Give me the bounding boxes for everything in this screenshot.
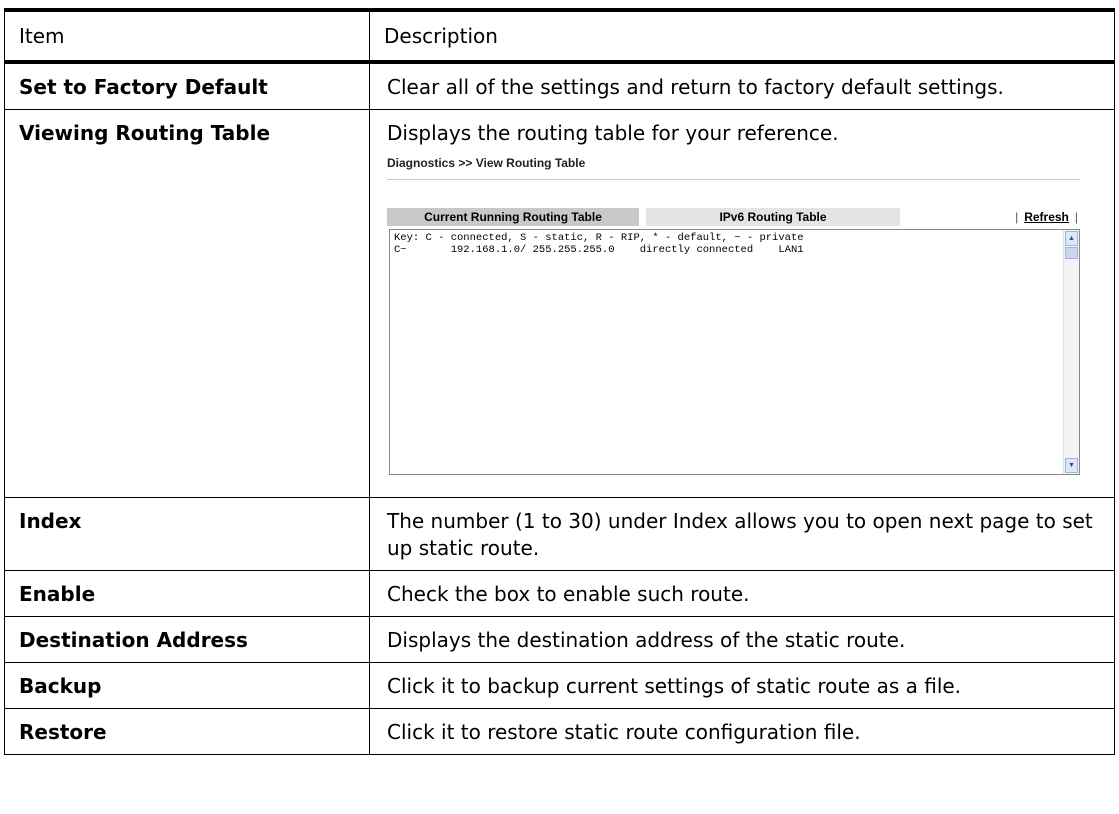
row-description: Clear all of the settings and return to … [369, 61, 1115, 110]
table-row: Enable Check the box to enable such rout… [4, 570, 1115, 617]
header-description: Description [369, 8, 1115, 64]
tab-current-running-routing-table[interactable]: Current Running Routing Table [387, 208, 639, 226]
scroll-thumb[interactable] [1065, 247, 1078, 259]
header-item: Item [4, 8, 370, 64]
row-item: Restore [4, 708, 370, 755]
row-item: Destination Address [4, 616, 370, 663]
breadcrumb: Diagnostics >> View Routing Table [387, 155, 1080, 180]
table-row: Restore Click it to restore static route… [4, 708, 1115, 755]
row-item: Index [4, 497, 370, 571]
row-item: Viewing Routing Table [4, 109, 370, 498]
table-row: Backup Click it to backup current settin… [4, 662, 1115, 709]
refresh-area: | Refresh | [900, 208, 1080, 226]
row-description: Click it to restore static route configu… [369, 708, 1115, 755]
row-description: Check the box to enable such route. [369, 570, 1115, 617]
description-table: Item Description Set to Factory Default … [4, 8, 1115, 755]
tab-bar: Current Running Routing Table IPv6 Routi… [387, 207, 1080, 226]
table-header-row: Item Description [4, 8, 1115, 64]
row-description-cell: Displays the routing table for your refe… [369, 109, 1115, 498]
routing-table-output[interactable]: Key: C - connected, S - static, R - RIP,… [389, 229, 1080, 475]
row-description: Displays the destination address of the … [369, 616, 1115, 663]
table-row: Index The number (1 to 30) under Index a… [4, 497, 1115, 571]
routing-table-text: Key: C - connected, S - static, R - RIP,… [394, 232, 804, 256]
table-row: Set to Factory Default Clear all of the … [4, 61, 1115, 110]
scroll-up-arrow-icon[interactable]: ▲ [1065, 231, 1078, 246]
table-row: Destination Address Displays the destina… [4, 616, 1115, 663]
row-item: Enable [4, 570, 370, 617]
table-row: Viewing Routing Table Displays the routi… [4, 109, 1115, 498]
routing-table-screenshot: Diagnostics >> View Routing Table Curren… [387, 155, 1080, 475]
scroll-down-arrow-icon[interactable]: ▼ [1065, 458, 1078, 473]
refresh-link[interactable]: Refresh [1024, 210, 1069, 224]
separator: | [1074, 210, 1078, 224]
row-item: Set to Factory Default [4, 61, 370, 110]
row-description: The number (1 to 30) under Index allows … [369, 497, 1115, 571]
row-item: Backup [4, 662, 370, 709]
separator: | [1015, 210, 1019, 224]
row-description: Displays the routing table for your refe… [387, 121, 839, 145]
tab-ipv6-routing-table[interactable]: IPv6 Routing Table [646, 208, 900, 226]
vertical-scrollbar[interactable]: ▲ ▼ [1063, 230, 1079, 474]
row-description: Click it to backup current settings of s… [369, 662, 1115, 709]
